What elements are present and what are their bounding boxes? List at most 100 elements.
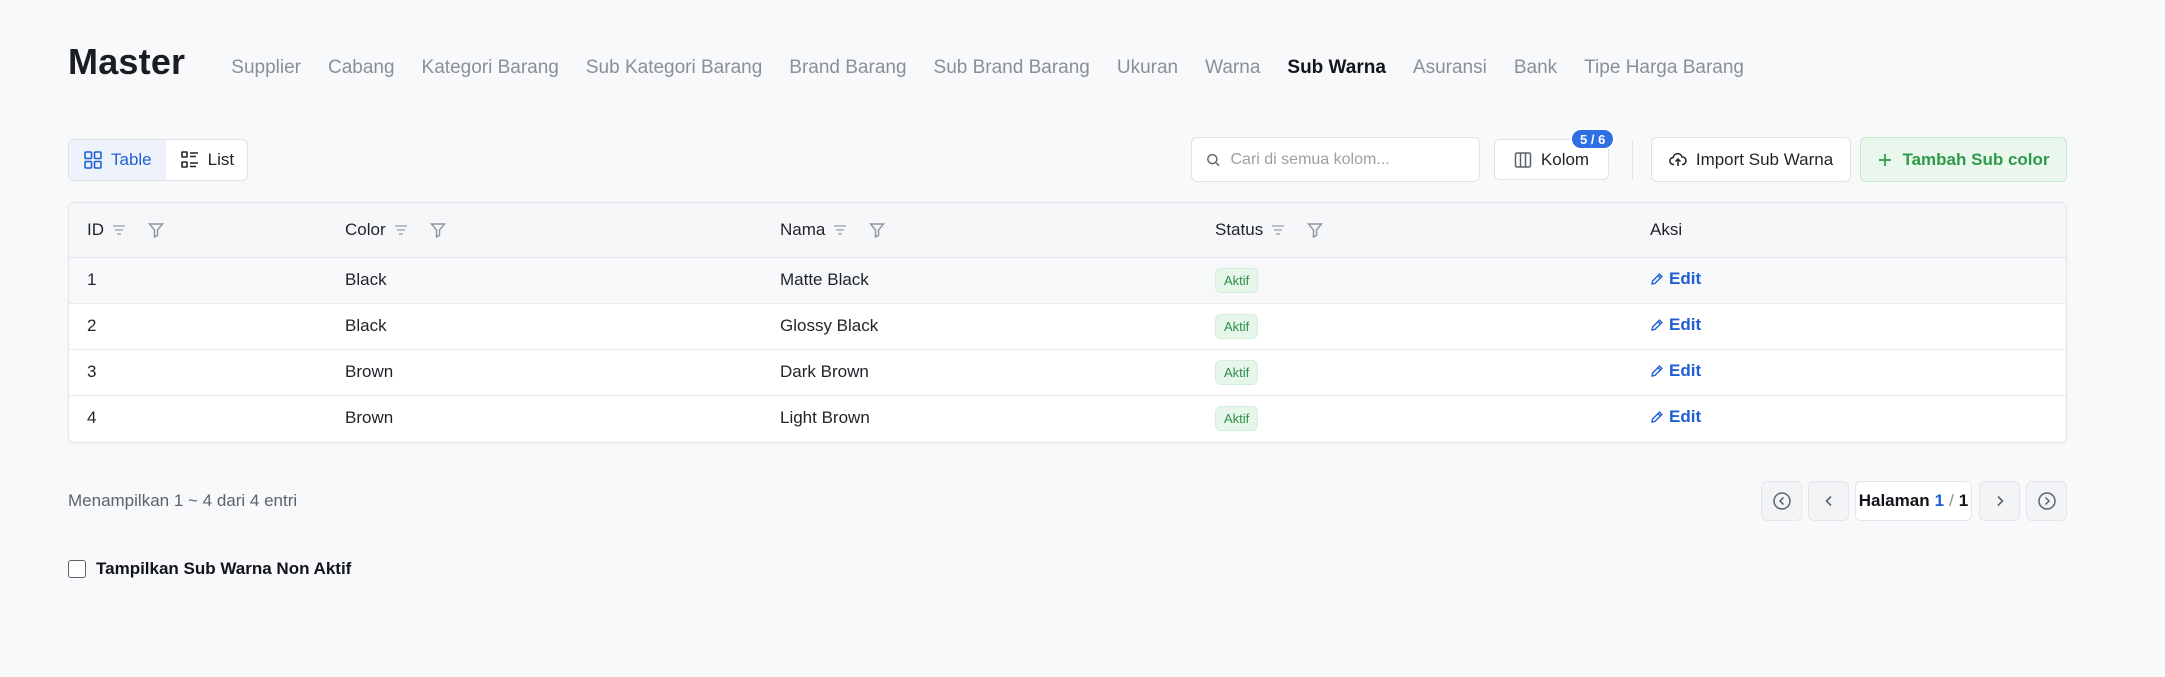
first-page-button[interactable] xyxy=(1761,481,1802,521)
filter-icon[interactable] xyxy=(1307,222,1324,238)
table-header-row: ID Color Nama Status Aksi xyxy=(69,203,2066,258)
column-header-color[interactable]: Color xyxy=(327,203,762,258)
pencil-icon xyxy=(1651,365,1663,377)
sort-icon[interactable] xyxy=(112,224,126,236)
next-page-button[interactable] xyxy=(1979,481,2020,521)
pencil-icon xyxy=(1651,273,1663,285)
nav-item-sub-kategori-barang[interactable]: Sub Kategori Barang xyxy=(586,57,762,79)
column-header-nama[interactable]: Nama xyxy=(762,203,1197,258)
search-box xyxy=(1191,137,1480,182)
import-button[interactable]: Import Sub Warna xyxy=(1651,137,1851,182)
column-header-aksi: Aksi xyxy=(1632,203,2066,258)
cell-status: Aktif xyxy=(1197,303,1632,350)
cell-id: 2 xyxy=(69,303,327,350)
nav-item-sub-warna[interactable]: Sub Warna xyxy=(1287,57,1386,79)
chevron-left-icon xyxy=(1824,495,1832,507)
edit-button[interactable]: Edit xyxy=(1650,269,1701,289)
import-label: Import Sub Warna xyxy=(1695,149,1834,169)
cell-aksi: Edit xyxy=(1632,257,2066,304)
status-badge: Aktif xyxy=(1215,359,1259,385)
data-table: ID Color Nama Status Aksi 1 Black Matte … xyxy=(68,202,2067,443)
page-indicator: Halaman 1 / 1 xyxy=(1855,481,1972,521)
view-toggle: Table List xyxy=(68,139,248,181)
last-page-icon xyxy=(2037,492,2056,510)
view-table-button[interactable]: Table xyxy=(69,140,166,180)
chevron-right-icon xyxy=(1996,495,2004,507)
nav-item-ukuran[interactable]: Ukuran xyxy=(1117,57,1178,79)
show-inactive-toggle[interactable]: Tampilkan Sub Warna Non Aktif xyxy=(68,559,351,579)
prev-page-button[interactable] xyxy=(1808,481,1849,521)
master-nav: Supplier Cabang Kategori Barang Sub Kate… xyxy=(231,57,1771,86)
nav-item-warna[interactable]: Warna xyxy=(1205,57,1260,79)
cell-nama: Glossy Black xyxy=(762,303,1197,350)
cell-id: 1 xyxy=(69,257,327,304)
cell-status: Aktif xyxy=(1197,395,1632,441)
nav-item-sub-brand-barang[interactable]: Sub Brand Barang xyxy=(934,57,1090,79)
column-header-status[interactable]: Status xyxy=(1197,203,1632,258)
edit-label: Edit xyxy=(1669,361,1702,380)
cell-id: 4 xyxy=(87,408,97,428)
view-list-label: List xyxy=(207,150,235,169)
table-row[interactable]: 4 Brown Light Brown Aktif Edit xyxy=(69,395,2066,441)
search-input[interactable] xyxy=(1230,150,1465,169)
entries-info: Menampilkan 1 ~ 4 dari 4 entri xyxy=(68,491,298,510)
nav-item-kategori-barang[interactable]: Kategori Barang xyxy=(422,57,559,79)
column-header-label: Color xyxy=(345,219,386,239)
cell-status: Aktif xyxy=(1197,257,1632,304)
page-sep: / xyxy=(1949,491,1954,510)
grid-icon xyxy=(84,151,102,169)
table-row[interactable]: 1 Black Matte Black Aktif Edit xyxy=(69,257,2066,304)
page-current: 1 xyxy=(1934,491,1945,510)
column-header-label: Nama xyxy=(780,219,826,239)
kolom-label: Kolom xyxy=(1540,149,1590,169)
last-page-button[interactable] xyxy=(2026,481,2067,521)
show-inactive-checkbox[interactable] xyxy=(68,560,86,578)
status-badge: Aktif xyxy=(1215,267,1259,293)
page-header: Master Supplier Cabang Kategori Barang S… xyxy=(68,38,2097,86)
cell-aksi: Edit xyxy=(1632,349,2066,396)
kolom-count-badge: 5 / 6 xyxy=(1570,128,1616,150)
table-row[interactable]: 2 Black Glossy Black Aktif Edit xyxy=(69,303,2066,350)
status-badge: Aktif xyxy=(1215,405,1259,431)
first-page-icon xyxy=(1772,492,1791,510)
filter-icon[interactable] xyxy=(869,222,886,238)
sort-icon[interactable] xyxy=(833,224,847,236)
sort-icon[interactable] xyxy=(1271,224,1285,236)
toolbar-divider xyxy=(1632,141,1633,179)
column-header-label: Aksi xyxy=(1650,219,1683,239)
cell-color: Black xyxy=(327,303,762,350)
search-icon xyxy=(1207,153,1220,166)
view-table-label: Table xyxy=(111,150,152,169)
columns-icon xyxy=(1514,151,1532,168)
sort-icon[interactable] xyxy=(394,224,408,236)
nav-item-tipe-harga-barang[interactable]: Tipe Harga Barang xyxy=(1584,57,1744,79)
nav-item-brand-barang[interactable]: Brand Barang xyxy=(789,57,906,79)
cell-nama: Light Brown xyxy=(780,408,870,428)
page-prefix: Halaman xyxy=(1858,491,1930,510)
cell-nama: Matte Black xyxy=(762,257,1197,304)
column-header-id[interactable]: ID xyxy=(69,203,327,258)
edit-label: Edit xyxy=(1669,407,1702,427)
show-inactive-label: Tampilkan Sub Warna Non Aktif xyxy=(96,559,352,578)
view-list-button[interactable]: List xyxy=(166,140,247,180)
edit-label: Edit xyxy=(1669,315,1702,334)
cell-color: Brown xyxy=(327,349,762,396)
nav-item-supplier[interactable]: Supplier xyxy=(231,57,301,79)
cell-status: Aktif xyxy=(1197,349,1632,396)
edit-button[interactable]: Edit xyxy=(1650,315,1701,335)
nav-item-cabang[interactable]: Cabang xyxy=(328,57,395,79)
pencil-icon xyxy=(1651,319,1663,331)
cell-color: Black xyxy=(327,257,762,304)
nav-item-bank[interactable]: Bank xyxy=(1514,57,1557,79)
filter-icon[interactable] xyxy=(429,222,446,238)
edit-label: Edit xyxy=(1669,269,1702,288)
filter-icon[interactable] xyxy=(148,222,164,238)
edit-button[interactable]: Edit xyxy=(1650,361,1701,381)
cell-aksi: Edit xyxy=(1632,303,2066,350)
cloud-upload-icon xyxy=(1668,152,1687,166)
plus-icon xyxy=(1879,153,1892,166)
edit-button[interactable]: Edit xyxy=(1650,407,1701,427)
nav-item-asuransi[interactable]: Asuransi xyxy=(1413,57,1487,79)
table-row[interactable]: 3 Brown Dark Brown Aktif Edit xyxy=(69,349,2066,396)
add-sub-color-button[interactable]: Tambah Sub color xyxy=(1860,137,2067,182)
